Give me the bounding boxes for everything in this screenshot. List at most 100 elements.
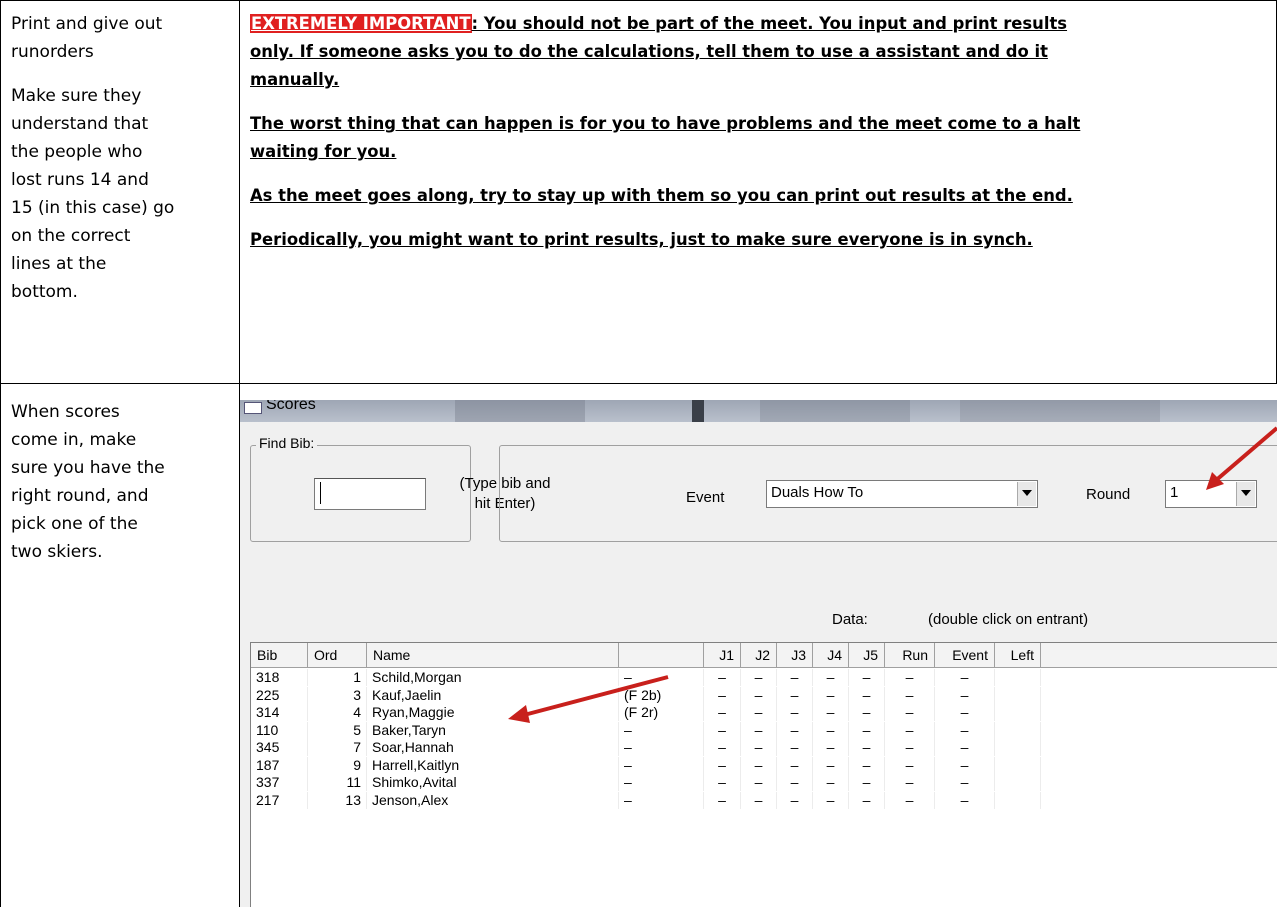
cell-j3: – (777, 721, 813, 739)
cell-event: – (935, 774, 995, 791)
row2-instructions: When scores come in, make sure you have … (11, 398, 236, 566)
cell-left (995, 721, 1041, 739)
cell-ord: 7 (308, 739, 367, 756)
cell-run: – (885, 721, 935, 739)
scores-window: Scores Find Bib: (Type bib and hit Enter… (240, 400, 1277, 907)
cell-run: – (885, 774, 935, 791)
cell-flag: – (619, 739, 704, 756)
column-header-j5[interactable]: J5 (849, 643, 885, 667)
cell-j1: – (704, 739, 741, 756)
entrants-grid[interactable]: Bib Ord Name J1 J2 J3 J4 J5 Run Event Left 318 1 Sch… (250, 642, 1277, 907)
cell-j3: – (777, 774, 813, 791)
cell-j2: – (741, 704, 777, 721)
cell-name: Jenson,Alex (367, 791, 619, 809)
row-divider (0, 383, 1277, 384)
note-para3: As the meet goes along, try to stay up w… (250, 186, 1073, 205)
line: pick one of the (11, 514, 138, 534)
column-header-name[interactable]: Name (367, 643, 619, 667)
cell-left (995, 669, 1041, 686)
cell-j3: – (777, 686, 813, 704)
note-para2: The worst thing that can happen is for y… (250, 114, 1081, 133)
cell-ord: 3 (308, 686, 367, 704)
cell-j2: – (741, 774, 777, 791)
row1-instructions: Print and give out runorders Make sure t… (11, 10, 236, 306)
column-header-j3[interactable]: J3 (777, 643, 813, 667)
line: understand that (11, 114, 149, 134)
note-para1: EXTREMELY IMPORTANT: You should not be p… (250, 10, 1260, 38)
column-header-j2[interactable]: J2 (741, 643, 777, 667)
window-title: Scores (266, 400, 316, 413)
column-header-left[interactable]: Left (995, 643, 1041, 667)
cell-j2: – (741, 669, 777, 686)
cell-j1: – (704, 721, 741, 739)
table-row[interactable]: 318 1 Schild,Morgan – – – – – – – – (251, 669, 1277, 686)
line: sure you have the (11, 458, 165, 478)
cell-j1: – (704, 756, 741, 774)
cell-bib: 225 (251, 686, 308, 704)
table-row[interactable]: 187 9 Harrell,Kaitlyn – – – – – – – – (251, 756, 1277, 774)
cell-j5: – (849, 686, 885, 704)
data-label: Data: (832, 611, 868, 628)
column-header-flag[interactable] (619, 643, 704, 667)
table-row[interactable]: 225 3 Kauf,Jaelin (F 2b) – – – – – – – (251, 686, 1277, 704)
line: lines at the (11, 254, 107, 274)
cell-run: – (885, 704, 935, 721)
note-para4: Periodically, you might want to print re… (250, 230, 1033, 249)
cell-j4: – (813, 791, 849, 809)
cell-run: – (885, 686, 935, 704)
note-text: manually. (250, 70, 340, 89)
event-select[interactable]: Duals How To (766, 480, 1038, 508)
cell-event: – (935, 704, 995, 721)
cell-j2: – (741, 686, 777, 704)
event-dropdown-button[interactable] (1017, 482, 1036, 506)
table-row[interactable]: 345 7 Soar,Hannah – – – – – – – – (251, 739, 1277, 756)
table-row[interactable]: 314 4 Ryan,Maggie (F 2r) – – – – – – – (251, 704, 1277, 721)
table-row[interactable]: 217 13 Jenson,Alex – – – – – – – – (251, 791, 1277, 809)
cell-j5: – (849, 669, 885, 686)
note-text: waiting for you. (250, 142, 397, 161)
column-header-j4[interactable]: J4 (813, 643, 849, 667)
cell-j4: – (813, 669, 849, 686)
cell-j5: – (849, 756, 885, 774)
find-bib-input[interactable] (314, 478, 426, 510)
cell-flag: – (619, 774, 704, 791)
cell-j4: – (813, 686, 849, 704)
column-header-bib[interactable]: Bib (251, 643, 308, 667)
column-header-run[interactable]: Run (885, 643, 935, 667)
column-header-j1[interactable]: J1 (704, 643, 741, 667)
line: lost runs 14 and (11, 170, 149, 190)
cell-bib: 345 (251, 739, 308, 756)
line: Make sure they (11, 86, 142, 106)
find-bib-legend: Find Bib: (256, 435, 318, 451)
table-border-top (0, 0, 1277, 1)
cell-bib: 314 (251, 704, 308, 721)
cell-bib: 217 (251, 791, 308, 809)
cell-bib: 110 (251, 721, 308, 739)
text-cursor (320, 482, 321, 504)
table-row[interactable]: 110 5 Baker,Taryn – – – – – – – – (251, 721, 1277, 739)
cell-left (995, 704, 1041, 721)
cell-j5: – (849, 774, 885, 791)
cell-j5: – (849, 791, 885, 809)
column-header-ord[interactable]: Ord (308, 643, 367, 667)
cell-j3: – (777, 791, 813, 809)
table-border-left (0, 0, 1, 907)
cell-j3: – (777, 669, 813, 686)
cell-j3: – (777, 756, 813, 774)
cell-event: – (935, 669, 995, 686)
cell-event: – (935, 739, 995, 756)
cell-event: – (935, 791, 995, 809)
table-row[interactable]: 337 11 Shimko,Avital – – – – – – – – (251, 774, 1277, 791)
cell-j5: – (849, 721, 885, 739)
cell-j2: – (741, 791, 777, 809)
line: come in, make (11, 430, 137, 450)
cell-j4: – (813, 774, 849, 791)
column-header-event[interactable]: Event (935, 643, 995, 667)
cell-j3: – (777, 739, 813, 756)
cell-ord: 5 (308, 721, 367, 739)
cell-name: Shimko,Avital (367, 774, 619, 791)
cell-j5: – (849, 704, 885, 721)
cell-bib: 187 (251, 756, 308, 774)
cell-j1: – (704, 686, 741, 704)
cell-event: – (935, 686, 995, 704)
